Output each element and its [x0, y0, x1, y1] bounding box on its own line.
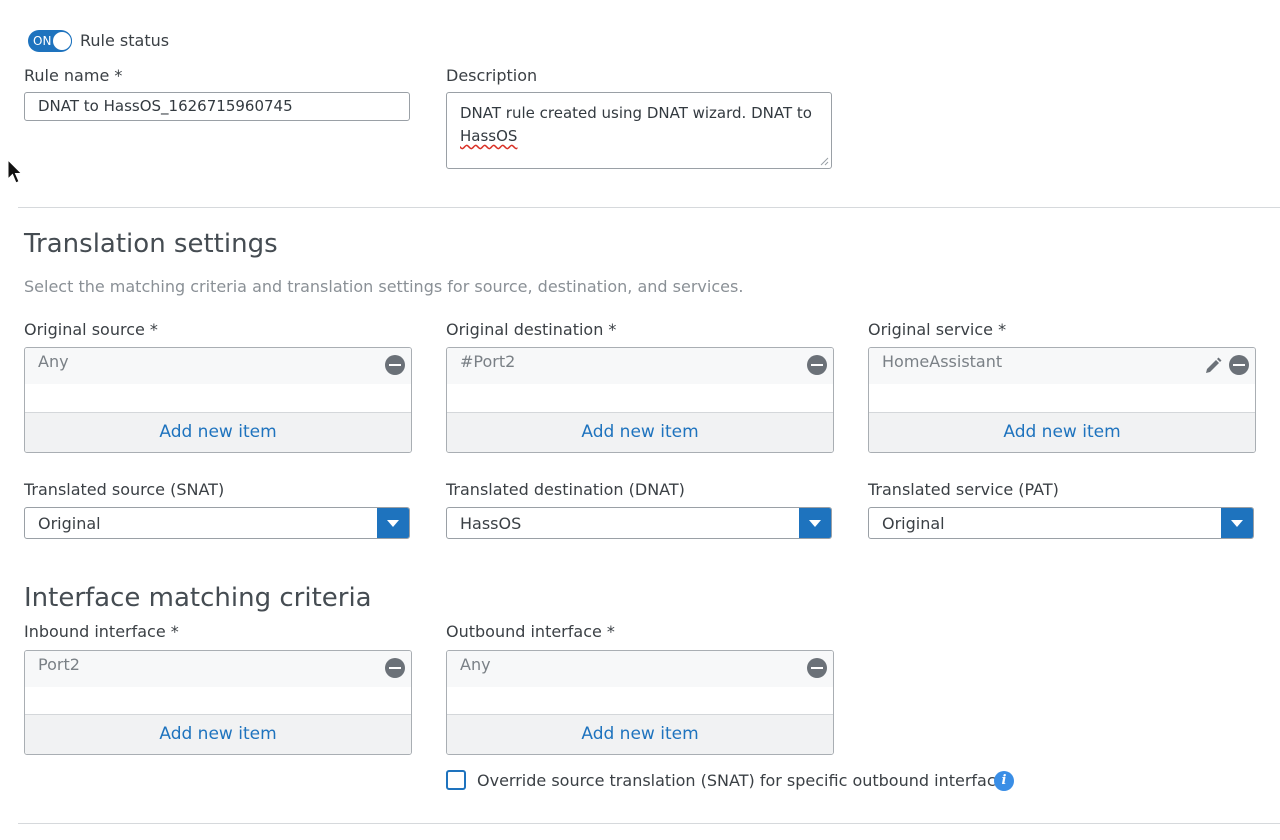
section-divider — [18, 823, 1280, 824]
outbound-interface-list: Any Add new item — [446, 650, 834, 755]
original-source-label: Original source * — [24, 320, 158, 339]
translated-source-label: Translated source (SNAT) — [24, 480, 225, 499]
translated-service-select[interactable]: Original — [868, 507, 1254, 539]
list-item: Any — [25, 348, 411, 384]
original-source-list: Any Add new item — [24, 347, 412, 453]
list-item-text: HomeAssistant — [882, 352, 1003, 371]
chevron-down-icon[interactable] — [799, 508, 831, 538]
override-snat-checkbox[interactable] — [446, 770, 466, 790]
toggle-knob — [52, 31, 72, 51]
description-textarea[interactable]: DNAT rule created using DNAT wizard. DNA… — [446, 92, 832, 169]
translation-settings-subtitle: Select the matching criteria and transla… — [24, 277, 744, 296]
remove-icon[interactable] — [385, 658, 405, 678]
translated-source-select[interactable]: Original — [24, 507, 410, 539]
list-item: Any — [447, 651, 833, 687]
list-item: HomeAssistant — [869, 348, 1255, 384]
remove-icon[interactable] — [1229, 355, 1249, 375]
rule-name-label: Rule name * — [24, 66, 123, 85]
section-divider — [18, 207, 1280, 208]
original-service-list: HomeAssistant Add new item — [868, 347, 1256, 453]
list-item-text: Port2 — [38, 655, 80, 674]
list-item: Port2 — [25, 651, 411, 687]
chevron-down-icon[interactable] — [1221, 508, 1253, 538]
inbound-interface-label: Inbound interface * — [24, 622, 179, 641]
list-item-text: Any — [38, 352, 69, 371]
mouse-cursor-icon — [7, 159, 23, 184]
translated-destination-label: Translated destination (DNAT) — [446, 480, 685, 499]
override-snat-label: Override source translation (SNAT) for s… — [477, 771, 1014, 790]
remove-icon[interactable] — [807, 355, 827, 375]
select-value: Original — [882, 514, 945, 533]
outbound-interface-label: Outbound interface * — [446, 622, 615, 641]
list-item: #Port2 — [447, 348, 833, 384]
chevron-down-icon[interactable] — [377, 508, 409, 538]
toggle-on-label: ON — [33, 34, 52, 48]
original-destination-label: Original destination * — [446, 320, 617, 339]
list-item-text: Any — [460, 655, 491, 674]
add-new-item-button[interactable]: Add new item — [25, 714, 411, 754]
description-line-1: DNAT rule created using DNAT wizard. DNA… — [460, 104, 812, 122]
rule-name-input[interactable]: DNAT to HassOS_1626715960745 — [24, 92, 410, 121]
translation-settings-title: Translation settings — [24, 229, 278, 259]
translated-destination-select[interactable]: HassOS — [446, 507, 832, 539]
remove-icon[interactable] — [385, 355, 405, 375]
rule-status-label: Rule status — [80, 31, 170, 50]
interface-matching-title: Interface matching criteria — [24, 583, 372, 613]
remove-icon[interactable] — [807, 658, 827, 678]
original-destination-list: #Port2 Add new item — [446, 347, 834, 453]
add-new-item-button[interactable]: Add new item — [447, 714, 833, 754]
add-new-item-button[interactable]: Add new item — [869, 412, 1255, 452]
description-line-2: HassOS — [460, 127, 518, 145]
translated-service-label: Translated service (PAT) — [868, 480, 1059, 499]
add-new-item-button[interactable]: Add new item — [25, 412, 411, 452]
pencil-icon[interactable] — [1203, 356, 1223, 376]
description-label: Description — [446, 66, 538, 85]
select-value: Original — [38, 514, 101, 533]
original-service-label: Original service * — [868, 320, 1007, 339]
inbound-interface-list: Port2 Add new item — [24, 650, 412, 755]
resize-handle-icon[interactable] — [819, 156, 829, 166]
info-icon[interactable]: i — [994, 771, 1014, 791]
select-value: HassOS — [460, 514, 522, 533]
add-new-item-button[interactable]: Add new item — [447, 412, 833, 452]
list-item-text: #Port2 — [460, 352, 516, 371]
